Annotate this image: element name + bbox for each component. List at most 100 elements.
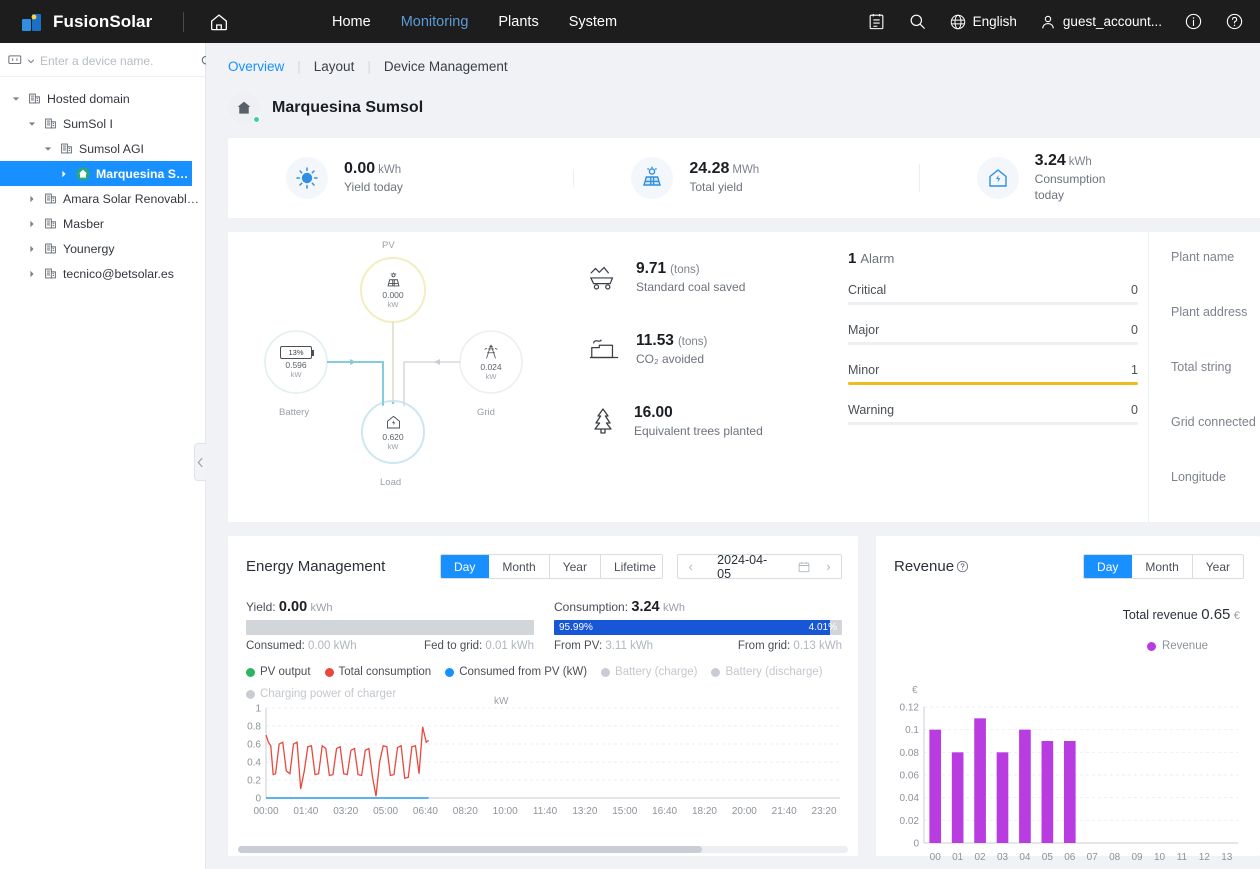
svg-text:23:20: 23:20 xyxy=(812,806,837,817)
sidebar-collapse-handle[interactable] xyxy=(194,443,206,481)
kpi-value: 0.00 xyxy=(344,160,376,178)
date-next-button[interactable]: › xyxy=(816,559,841,574)
device-filter-icon[interactable] xyxy=(8,53,35,68)
energy-tab-month[interactable]: Month xyxy=(489,555,550,578)
legend-dot xyxy=(711,667,721,677)
svg-text:0.04: 0.04 xyxy=(900,793,920,804)
question-circle-icon[interactable] xyxy=(956,560,969,573)
battery-soc: 13% xyxy=(288,347,304,357)
svg-text:06: 06 xyxy=(1064,852,1076,863)
date-value[interactable]: 2024-04-05 xyxy=(703,553,793,581)
alarm-value: 1 xyxy=(1131,363,1138,377)
language-selector[interactable]: English xyxy=(949,13,1017,31)
legend-item-pv-output[interactable]: PV output xyxy=(246,666,311,678)
flow-caption-pv: PV xyxy=(382,240,395,251)
tree-item-sumsol-agi[interactable]: Sumsol AGI xyxy=(0,136,205,161)
factory-icon xyxy=(588,334,620,364)
nav-link-home[interactable]: Home xyxy=(332,14,371,30)
alarm-bar xyxy=(848,302,1138,305)
search-icon[interactable] xyxy=(908,12,927,31)
energy-panel-header: Energy Management Day Month Year Lifetim… xyxy=(228,536,858,581)
env-value: 9.71 xyxy=(636,260,667,277)
kpi-yield-today: 0.00 kWh Yield today xyxy=(228,157,573,199)
scrollbar-thumb[interactable] xyxy=(238,846,702,853)
tab-device-management[interactable]: Device Management xyxy=(371,59,521,74)
legend-label: Charging power of charger xyxy=(260,688,397,700)
globe-icon xyxy=(949,13,967,31)
chevron-right-icon[interactable] xyxy=(56,170,72,178)
tab-overview[interactable]: Overview xyxy=(228,59,297,74)
chevron-down-icon xyxy=(27,58,35,63)
alarm-label: Warning xyxy=(848,403,895,417)
revenue-tab-year[interactable]: Year xyxy=(1192,555,1243,578)
tree-item-tecnico-betsolar-es[interactable]: tecnico@betsolar.es xyxy=(0,261,205,286)
energy-tab-year[interactable]: Year xyxy=(549,555,601,578)
legend-label: PV output xyxy=(260,666,311,678)
chevron-right-icon[interactable] xyxy=(24,270,40,278)
env-unit: (tons) xyxy=(670,264,700,276)
calendar-icon[interactable] xyxy=(793,561,816,573)
energy-tab-lifetime[interactable]: Lifetime xyxy=(600,555,663,578)
alarm-row-minor[interactable]: Minor 1 xyxy=(848,363,1138,385)
nav-link-system[interactable]: System xyxy=(569,14,617,30)
flow-node-load[interactable]: 0.620 kW xyxy=(365,404,421,460)
svg-text:03:20: 03:20 xyxy=(333,806,358,817)
date-prev-button[interactable]: ‹ xyxy=(678,559,703,574)
flow-caption-battery: Battery xyxy=(279,407,310,418)
flow-node-battery[interactable]: 13% 0.596 kW xyxy=(268,334,324,390)
chevron-down-icon[interactable] xyxy=(40,145,56,153)
svg-text:08:20: 08:20 xyxy=(453,806,478,817)
legend-item-charging-power-of-charger[interactable]: Charging power of charger xyxy=(246,688,396,700)
revenue-tab-day[interactable]: Day xyxy=(1084,555,1133,578)
alarm-row-warning[interactable]: Warning 0 xyxy=(848,403,1138,425)
chevron-right-icon[interactable] xyxy=(24,220,40,228)
tree-item-marquesina-sumsol[interactable]: Marquesina Sumsol xyxy=(0,161,192,186)
chevron-down-icon[interactable] xyxy=(8,95,24,103)
legend-label: Consumed from PV (kW) xyxy=(459,666,588,678)
energy-tab-day[interactable]: Day xyxy=(440,555,490,578)
tree-item-amara-solar-renovables[interactable]: Amara Solar Renovables ... xyxy=(0,186,205,211)
tree-item-masber[interactable]: Masber xyxy=(0,211,205,236)
user-menu[interactable]: guest_account... xyxy=(1039,13,1162,31)
flow-unit: kW xyxy=(485,372,497,381)
chevron-right-icon[interactable] xyxy=(24,245,40,253)
legend-item-battery-charge[interactable]: Battery (charge) xyxy=(601,666,697,678)
legend-label: Battery (charge) xyxy=(615,666,698,678)
energy-chart-scrollbar[interactable] xyxy=(238,846,848,853)
revenue-total: Total revenue 0.65 € xyxy=(1123,606,1240,623)
search-input[interactable] xyxy=(40,53,195,68)
chevron-right-icon[interactable] xyxy=(24,195,40,203)
domain-icon xyxy=(44,192,57,205)
legend-dot xyxy=(246,689,255,699)
legend-item-consumed-from-pv-kw[interactable]: Consumed from PV (kW) xyxy=(445,666,587,678)
energy-flow-diagram: 0.000 kW PV 13% 0.596 kW Battery 0.024 k… xyxy=(228,232,588,522)
flow-node-pv[interactable]: 0.000 kW xyxy=(365,262,421,318)
info-icon[interactable] xyxy=(1184,12,1203,31)
tree-item-sumsol-i[interactable]: SumSol I xyxy=(0,111,205,136)
chevron-down-icon[interactable] xyxy=(24,120,40,128)
nav-link-plants[interactable]: Plants xyxy=(498,14,538,30)
revenue-tab-month[interactable]: Month xyxy=(1132,555,1193,578)
legend-item-total-consumption[interactable]: Total consumption xyxy=(324,666,431,678)
report-icon[interactable] xyxy=(867,12,886,31)
home-icon[interactable] xyxy=(206,9,232,35)
revenue-panel-header: Revenue Day Month Year xyxy=(876,536,1260,579)
svg-text:05:00: 05:00 xyxy=(373,806,398,817)
tree-item-hosted-domain[interactable]: Hosted domain xyxy=(0,86,205,111)
legend-item-battery-discharge[interactable]: Battery (discharge) xyxy=(711,666,823,678)
tree-item-younergy[interactable]: Younergy xyxy=(0,236,205,261)
alarm-row-critical[interactable]: Critical 0 xyxy=(848,283,1138,305)
brand-logo[interactable]: FusionSolar xyxy=(0,10,175,34)
nav-link-monitoring[interactable]: Monitoring xyxy=(401,14,469,30)
revenue-legend-dot xyxy=(1146,641,1156,651)
tree-item-label: Masber xyxy=(63,216,105,231)
help-icon[interactable] xyxy=(1225,12,1244,31)
revenue-chart-legend[interactable]: Revenue xyxy=(1146,640,1208,652)
env-unit: (tons) xyxy=(677,336,708,348)
fusionsolar-logo-icon xyxy=(20,10,44,34)
flow-node-grid[interactable]: 0.024 kW xyxy=(463,334,519,390)
svg-text:02: 02 xyxy=(975,852,987,863)
tab-layout[interactable]: Layout xyxy=(301,59,368,74)
alarm-row-major[interactable]: Major 0 xyxy=(848,323,1138,345)
tree-item-label: Marquesina Sumsol xyxy=(96,166,192,181)
